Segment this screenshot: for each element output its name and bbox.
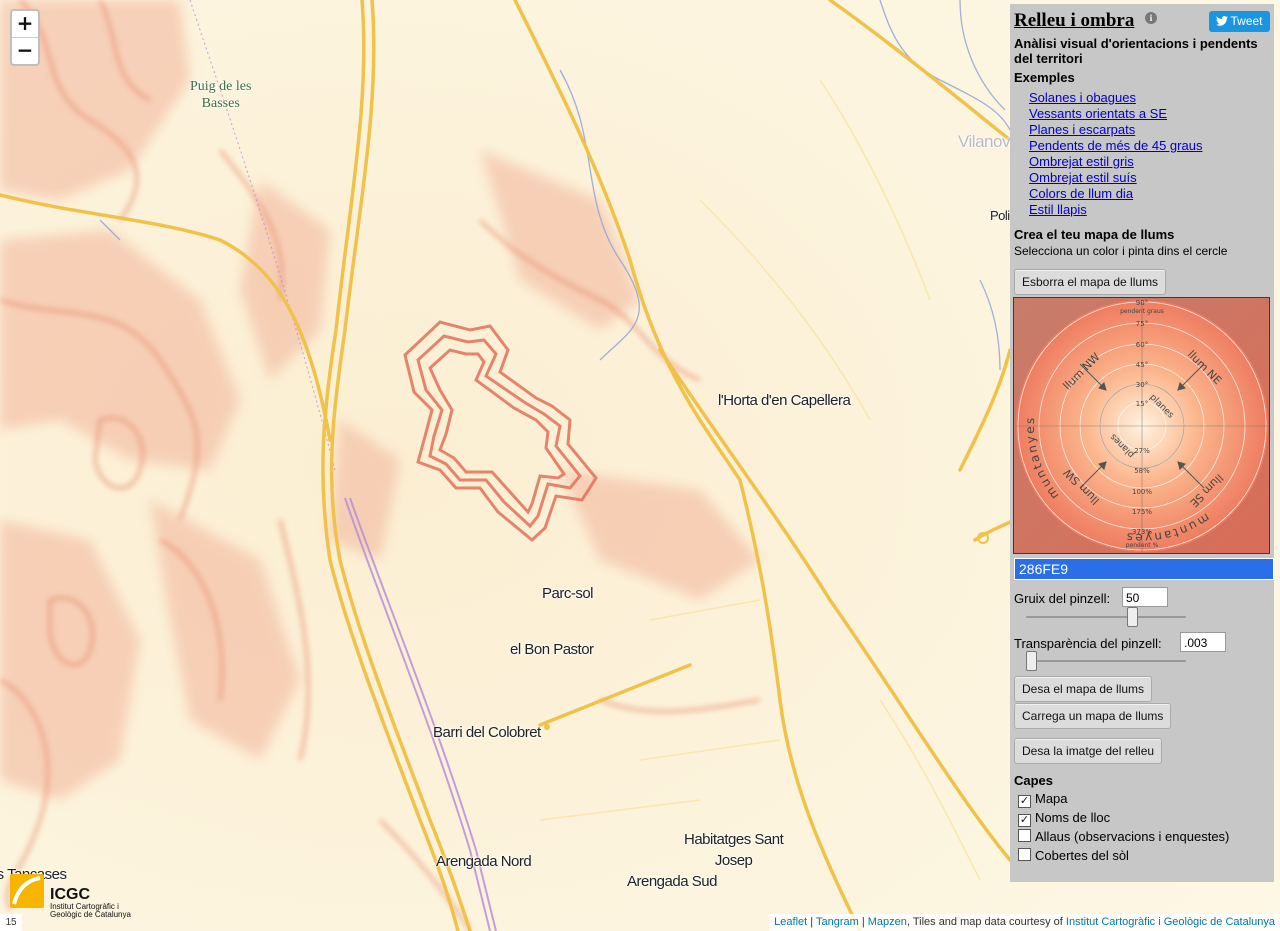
- layer-label: Cobertes del sòl: [1035, 848, 1129, 863]
- place-label-horta-den-capellera: l'Horta d'en Capellera: [718, 392, 851, 409]
- panel-title[interactable]: Relleu i ombra: [1014, 10, 1134, 32]
- checkbox[interactable]: [1018, 848, 1031, 861]
- brush-width-label: Gruix del pinzell:: [1014, 591, 1111, 606]
- checkbox[interactable]: [1018, 829, 1031, 842]
- place-label-habitatges-sant-josep: Habitatges Sant Josep: [684, 831, 784, 869]
- place-label-arengada-nord: Arengada Nord: [436, 853, 532, 870]
- wheel-percent-label: 100%: [1132, 488, 1152, 496]
- icgc-logo[interactable]: ICGC Institut Cartogràfic i Geològic de …: [6, 870, 131, 924]
- tweet-button[interactable]: Tweet: [1209, 11, 1270, 32]
- map-attribution: Leaflet | Tangram | Mapzen, Tiles and ma…: [769, 914, 1280, 931]
- checkbox[interactable]: ✓: [1018, 795, 1031, 808]
- example-link[interactable]: Vessants orientats a SE: [1029, 106, 1202, 122]
- layer-label: Noms de lloc: [1035, 810, 1111, 825]
- save-relief-image-button[interactable]: Desa la imatge del relleu: [1014, 738, 1163, 764]
- layer-checkbox-cobertes[interactable]: Cobertes del sòl: [1018, 848, 1129, 863]
- panel-subtitle: Anàlisi visual d'orientacions i pendents…: [1014, 36, 1258, 66]
- layer-checkbox-allaus[interactable]: Allaus (observacions i enquestes): [1018, 829, 1229, 844]
- place-label-poli: Poli: [990, 208, 1010, 223]
- create-hint: Selecciona un color i pinta dins el cerc…: [1014, 244, 1228, 258]
- layer-checkbox-noms-de-lloc[interactable]: ✓ Noms de lloc: [1018, 810, 1110, 827]
- wheel-degree-label: 45°: [1136, 361, 1148, 369]
- icgc-link[interactable]: Institut Cartogràfic i Geològic de Catal…: [1066, 916, 1275, 928]
- tangram-link[interactable]: Tangram: [816, 916, 859, 928]
- brush-opacity-slider-thumb[interactable]: [1026, 651, 1037, 671]
- zoom-out-button[interactable]: −: [12, 37, 38, 64]
- examples-heading: Exemples: [1014, 70, 1075, 85]
- icgc-logo-subtitle: Institut Cartogràfic i Geològic de Catal…: [50, 902, 131, 919]
- example-link[interactable]: Estil llapis: [1029, 202, 1202, 218]
- create-heading: Crea el teu mapa de llums: [1014, 227, 1175, 242]
- load-light-map-button[interactable]: Carrega un mapa de llums: [1014, 703, 1172, 729]
- wheel-top-label: pendent graus: [1120, 308, 1164, 315]
- place-label-el-bon-pastor: el Bon Pastor: [510, 641, 594, 658]
- mapzen-link[interactable]: Mapzen: [868, 916, 907, 928]
- save-light-map-button[interactable]: Desa el mapa de llums: [1014, 676, 1153, 702]
- control-panel: Relleu i ombra i Tweet Anàlisi visual d'…: [996, 4, 1274, 882]
- layer-label: Mapa: [1035, 791, 1068, 806]
- wheel-degree-label: 75°: [1136, 320, 1148, 328]
- example-link[interactable]: Planes i escarpats: [1029, 122, 1202, 138]
- color-picker-input[interactable]: 286FE9: [1014, 558, 1274, 580]
- wheel-degree-label: 60°: [1136, 341, 1148, 349]
- brush-opacity-label: Transparència del pinzell:: [1014, 636, 1162, 651]
- examples-list: Solanes i obagues Vessants orientats a S…: [1029, 90, 1202, 218]
- layers-heading: Capes: [1014, 773, 1054, 788]
- brush-width-slider[interactable]: [1026, 607, 1186, 627]
- place-label-puig-de-les-basses: Puig de les Basses: [190, 79, 252, 111]
- leaflet-link[interactable]: Leaflet: [774, 916, 807, 928]
- layer-checkbox-mapa[interactable]: ✓ Mapa: [1018, 791, 1068, 808]
- icgc-logo-mark: [10, 874, 44, 908]
- example-link[interactable]: Colors de llum dia: [1029, 186, 1202, 202]
- place-label-barri-del-colobret: Barri del Colobret: [433, 724, 541, 741]
- place-label-parc-sol: Parc-sol: [542, 585, 594, 602]
- wheel-degree-label: 90°: [1136, 299, 1148, 307]
- wheel-percent-label: 58%: [1134, 467, 1150, 475]
- example-link[interactable]: Solanes i obagues: [1029, 90, 1202, 106]
- wheel-degree-label: 30°: [1136, 381, 1148, 389]
- example-link[interactable]: Ombrejat estil gris: [1029, 154, 1202, 170]
- layer-label: Allaus (observacions i enquestes): [1035, 829, 1230, 844]
- attribution-separator: |: [807, 916, 816, 928]
- checkbox[interactable]: ✓: [1018, 814, 1031, 827]
- info-icon[interactable]: i: [1145, 12, 1157, 24]
- zoom-control: + −: [10, 9, 40, 66]
- brush-opacity-slider[interactable]: [1026, 651, 1186, 671]
- tweet-label: Tweet: [1230, 14, 1263, 28]
- wheel-percent-label: 175%: [1132, 508, 1152, 516]
- attribution-separator: |: [858, 916, 868, 928]
- brush-width-input[interactable]: 50: [1122, 587, 1168, 607]
- zoom-in-button[interactable]: +: [12, 11, 38, 37]
- wheel-degree-label: 15°: [1136, 400, 1148, 408]
- light-map-wheel[interactable]: 90° pendent graus 75° 60° 45° 30° 15° 27…: [996, 297, 1270, 575]
- wheel-percent-label: 27%: [1134, 447, 1150, 455]
- brush-width-slider-thumb[interactable]: [1127, 607, 1138, 627]
- twitter-bird-icon: [1216, 16, 1229, 26]
- attribution-text: , Tiles and map data courtesy of: [906, 916, 1066, 928]
- example-link[interactable]: Ombrejat estil suís: [1029, 170, 1202, 186]
- place-label-arengada-sud: Arengada Sud: [627, 873, 717, 890]
- brush-opacity-input[interactable]: .003: [1180, 632, 1226, 652]
- clear-light-map-button[interactable]: Esborra el mapa de llums: [1014, 269, 1167, 295]
- example-link[interactable]: Pendents de més de 45 graus: [1029, 138, 1202, 154]
- zoom-level-indicator: 15: [0, 914, 22, 931]
